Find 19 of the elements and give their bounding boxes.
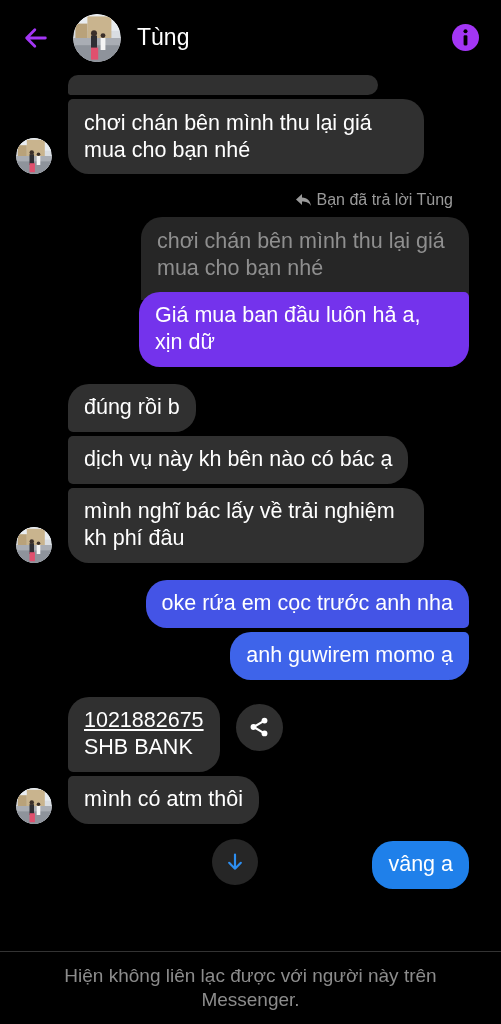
received-message: mình có atm thôi — [68, 775, 259, 824]
info-icon[interactable] — [452, 24, 479, 51]
account-number-link[interactable]: 1021882675 — [84, 707, 204, 734]
received-message: dịch vụ này kh bên nào có bác ạ — [68, 435, 409, 484]
bank-name: SHB BANK — [84, 734, 194, 761]
sent-message: oke rứa em cọc trước anh nha — [145, 579, 469, 628]
quoted-message: chơi chán bên mình thu lại giá mua cho bạn nhé — [141, 217, 469, 300]
received-message: đúng rồi b — [68, 383, 196, 432]
sent-message: anh guwirem momo ạ — [230, 631, 469, 680]
received-message: chơi chán bên mình thu lại giá mua cho bạn nhé — [68, 99, 424, 174]
unavailable-notice: Hiện không liên lạc được với người này trên Messenger. — [63, 964, 438, 1012]
down-arrow-icon — [225, 851, 245, 872]
sent-message: vâng a — [372, 840, 469, 889]
contact-name: Tùng — [137, 24, 191, 51]
received-message: mình nghĩ bác lấy về trải nghiệm kh phí đâu — [68, 487, 424, 563]
sent-message: Giá mua ban đầu luôn hả a, xịn dữ — [139, 291, 469, 367]
reply-caption: Bạn đã trả lời Tùng — [316, 191, 453, 209]
reply-icon — [295, 194, 311, 206]
scroll-down-button[interactable] — [212, 838, 258, 885]
